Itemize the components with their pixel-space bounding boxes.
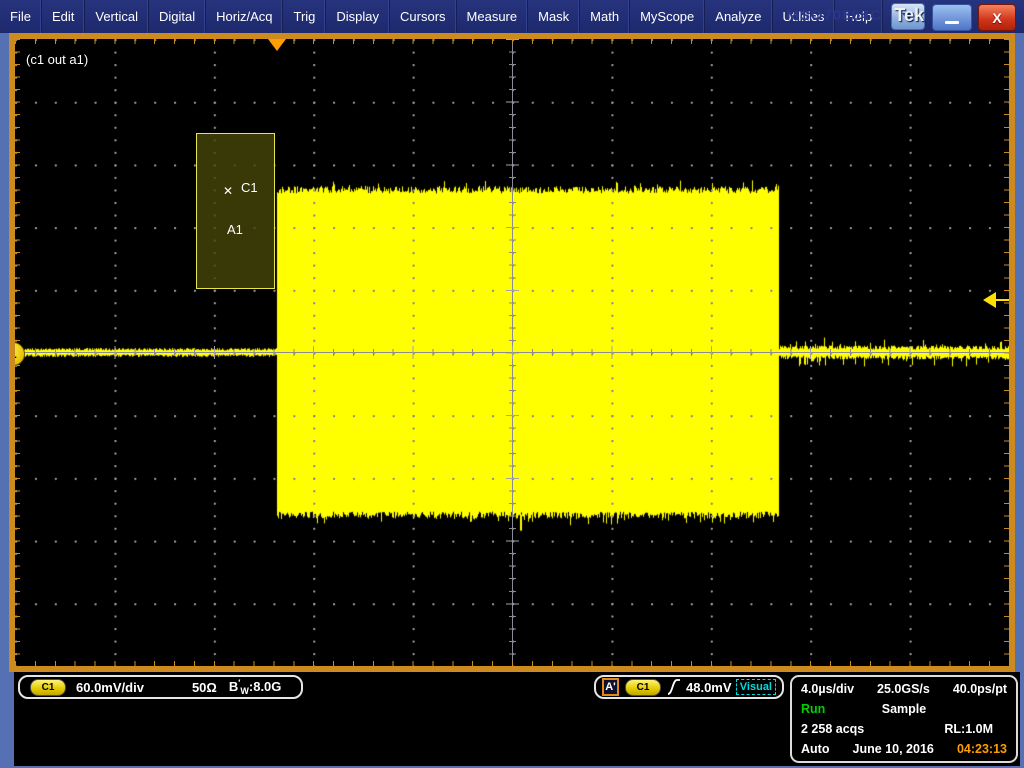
date-value: June 10, 2016 [853,742,934,756]
trigger-level-arrow[interactable] [983,292,1009,308]
menu-item-horiz-acq[interactable]: Horiz/Acq [206,0,283,33]
menu-item-digital[interactable]: Digital [149,0,206,33]
visual-trigger-badge[interactable]: Visual [736,679,776,695]
acquisition-panel[interactable]: 4.0µs/div 25.0GS/s 40.0ps/pt Run Sample … [790,675,1018,763]
minimize-icon [945,21,959,24]
acquisition-count: 2 258 acqs [801,722,864,736]
acquisitions-row: 2 258 acqs RL:1.0M [801,722,1007,736]
waveform-source-label: (c1 out a1) [26,52,88,67]
channel-1-scale: 60.0mV/div [76,680,144,695]
minimize-button[interactable] [932,4,972,31]
status-row: Auto June 10, 2016 04:23:13 [801,742,1007,756]
menu-item-measure[interactable]: Measure [457,0,529,33]
time-value: 04:23:13 [957,742,1007,756]
run-row: Run Sample [801,702,1007,716]
tek-logo: Tek [894,5,924,26]
close-button[interactable]: X [978,4,1016,31]
trigger-a-badge: A' [602,678,619,696]
menu-item-display[interactable]: Display [326,0,390,33]
menu-item-math[interactable]: Math [580,0,630,33]
bottom-edge-ticks [15,661,1009,666]
status-bar: C1 60.0mV/div 50Ω B′W:8.0G A' C1 48.0mV … [14,672,1020,766]
trigger-level-value: 48.0mV [686,680,732,695]
menu-item-vertical[interactable]: Vertical [85,0,149,33]
sample-rate-value: 25.0GS/s [877,682,930,696]
right-edge-ticks [1004,39,1009,666]
menu-bar-items: FileEditVerticalDigitalHoriz/AcqTrigDisp… [0,0,883,33]
trigger-readout[interactable]: A' C1 48.0mV Visual [594,675,784,699]
menu-item-file[interactable]: File [0,0,42,33]
center-horizontal-major-ticks [15,346,1009,359]
channel-1-badge: C1 [30,679,66,696]
waveform-display: (c1 out a1) ✕ C1 A1 1 [15,39,1009,666]
trigger-mode: Auto [801,742,829,756]
top-edge-ticks [15,39,1009,44]
annotation-box[interactable]: ✕ C1 A1 [196,133,275,289]
scope-model-label: MSO70804C [786,7,882,24]
menu-item-myscope[interactable]: MyScope [630,0,705,33]
annotation-a1-label: A1 [227,222,243,237]
annotation-marker-icon: ✕ [223,184,233,198]
menu-item-analyze[interactable]: Analyze [705,0,772,33]
resolution-value: 40.0ps/pt [953,682,1007,696]
rising-edge-icon [667,678,681,696]
menu-item-edit[interactable]: Edit [42,0,85,33]
timebase-value: 4.0µs/div [801,682,854,696]
horizontal-row: 4.0µs/div 25.0GS/s 40.0ps/pt [801,682,1007,696]
graticule-frame: (c1 out a1) ✕ C1 A1 1 [9,33,1015,672]
menu-item-trig[interactable]: Trig [283,0,326,33]
trigger-position-marker[interactable] [268,39,286,51]
channel-1-bandwidth: B′W:8.0G [229,678,282,696]
trigger-arrow-head [983,292,996,308]
channel-1-impedance: 50Ω [192,680,217,695]
channel-1-readout[interactable]: C1 60.0mV/div 50Ω B′W:8.0G [18,675,303,699]
trigger-source-badge: C1 [625,679,661,696]
annotation-c1-label: C1 [241,180,258,195]
menu-item-mask[interactable]: Mask [528,0,580,33]
record-length: RL:1.0M [944,722,993,736]
acquisition-mode: Sample [801,702,1007,716]
menu-item-cursors[interactable]: Cursors [390,0,457,33]
menu-bar: FileEditVerticalDigitalHoriz/AcqTrigDisp… [0,0,1024,33]
